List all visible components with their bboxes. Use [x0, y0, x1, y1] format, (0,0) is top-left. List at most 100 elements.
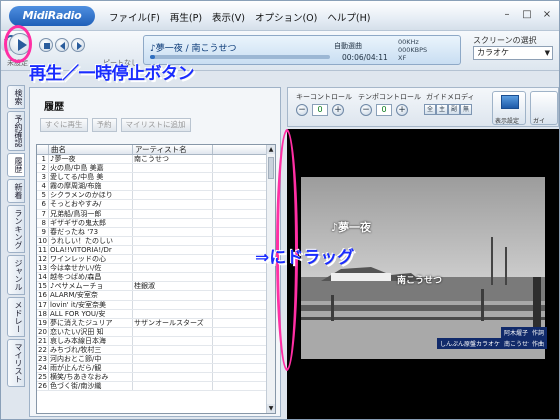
play-now-button[interactable]: すぐに再生 — [40, 118, 88, 132]
menu-bar: ファイル(F) 再生(P) 表示(V) オプション(O) ヘルプ(H) — [109, 10, 370, 24]
column-artist[interactable]: アーティスト名 — [133, 145, 213, 154]
guide-button[interactable]: ガイ — [530, 91, 558, 125]
tab-new[interactable]: 新着 — [7, 179, 25, 203]
table-row[interactable]: 23 河内おとこ節/中 — [37, 355, 267, 365]
key-up-button[interactable]: + — [332, 104, 344, 116]
table-row[interactable]: 24 雨が止んだら/観 — [37, 364, 267, 374]
guide-option-sub[interactable]: 副 — [448, 104, 460, 115]
table-row[interactable]: 7 兄弟船/鳥羽一郎 — [37, 209, 267, 219]
table-row[interactable]: 26 色づく街/南沙織 — [37, 382, 267, 392]
row-number: 23 — [37, 355, 49, 364]
row-artist — [133, 373, 213, 382]
row-number: 16 — [37, 291, 49, 300]
tab-reservations[interactable]: 予約確認 — [7, 111, 25, 151]
row-artist — [133, 173, 213, 182]
row-artist — [133, 227, 213, 236]
row-extra — [213, 191, 267, 199]
row-extra — [213, 328, 267, 336]
table-row[interactable]: 22 みちづれ/牧村三 — [37, 345, 267, 356]
key-down-button[interactable]: − — [296, 104, 308, 116]
guide-melody-selector: 全 主 副 無 — [424, 104, 472, 115]
table-row[interactable]: 5 シクラメンのかほり — [37, 191, 267, 201]
table-row[interactable]: 14 越冬つばめ/森昌 — [37, 273, 267, 283]
row-title: 霧の摩周湖/布施 — [49, 182, 133, 191]
table-row[interactable]: 16 ALARM/安室奈 — [37, 291, 267, 301]
row-artist — [133, 182, 213, 191]
tempo-down-button[interactable]: − — [360, 104, 372, 116]
row-title: 横笑/ちあきなおみ — [49, 373, 133, 382]
close-button[interactable]: × — [541, 9, 553, 21]
table-row[interactable]: 2 火の鳥/中島 美嘉 — [37, 164, 267, 174]
maximize-button[interactable]: □ — [521, 9, 533, 21]
minimize-button[interactable]: – — [501, 9, 513, 21]
vertical-scrollbar[interactable]: ▲ ▼ — [266, 145, 275, 413]
row-extra — [213, 382, 267, 390]
tempo-up-button[interactable]: + — [396, 104, 408, 116]
format-khz: 00KHz — [398, 38, 419, 46]
scroll-down-icon[interactable]: ▼ — [267, 404, 275, 413]
row-title: 夢に消えたジュリア — [49, 318, 133, 327]
table-row[interactable]: 11 OLA!!VITORIA!/Dr — [37, 245, 267, 256]
row-title: ♪ペサメムーチョ — [49, 282, 133, 291]
column-extra[interactable] — [213, 145, 267, 154]
menu-help[interactable]: ヘルプ(H) — [327, 10, 370, 24]
table-row[interactable]: 9 春だったね '73 — [37, 227, 267, 237]
row-artist — [133, 364, 213, 373]
table-row[interactable]: 25 横笑/ちあきなおみ — [37, 373, 267, 383]
menu-view[interactable]: 表示(V) — [212, 10, 245, 24]
guide-option-main[interactable]: 主 — [436, 104, 448, 115]
column-title[interactable]: 曲名 — [49, 145, 133, 154]
tab-genre[interactable]: ジャンル — [7, 255, 25, 295]
next-button[interactable] — [71, 38, 85, 52]
table-row[interactable]: 19 夢に消えたジュリア サザンオールスターズ — [37, 318, 267, 328]
table-row[interactable]: 12 ワインレッドの心 — [37, 255, 267, 265]
row-artist — [133, 345, 213, 355]
display-settings-button[interactable]: 表示設定 — [492, 91, 526, 125]
menu-options[interactable]: オプション(O) — [255, 10, 317, 24]
add-to-mylist-button[interactable]: マイリストに追加 — [120, 118, 191, 132]
table-row[interactable]: 10 うれしい！たのしい — [37, 236, 267, 246]
table-row[interactable]: 17 lovin' it/安室奈美 — [37, 300, 267, 310]
stop-icon — [44, 43, 50, 49]
app-logo: MidiRadio — [9, 6, 95, 26]
menu-play[interactable]: 再生(P) — [170, 10, 202, 24]
format-info: 00KHz 000KBPS XF — [398, 38, 427, 62]
table-row[interactable]: 18 ALL FOR YOU/安 — [37, 309, 267, 319]
column-number[interactable] — [37, 145, 49, 154]
scroll-up-icon[interactable]: ▲ — [267, 145, 275, 154]
row-title: 越冬つばめ/森昌 — [49, 273, 133, 282]
table-row[interactable]: 8 ギザギザの鬼太郎 — [37, 218, 267, 228]
tab-history[interactable]: 履歴 — [7, 153, 25, 177]
table-row[interactable]: 1 ♪夢一夜 南こうせつ — [37, 155, 267, 165]
tab-search[interactable]: 検索 — [7, 85, 25, 109]
video-song-title: ♪夢一夜 — [331, 221, 372, 234]
table-header: 曲名 アーティスト名 — [37, 145, 267, 155]
row-extra — [213, 155, 267, 163]
row-title: 雨が止んだら/観 — [49, 364, 133, 373]
guide-option-none[interactable]: 無 — [460, 104, 472, 115]
scroll-thumb[interactable] — [268, 157, 274, 179]
table-row[interactable]: 3 愛してる/中島 美 — [37, 173, 267, 183]
row-artist — [133, 236, 213, 245]
table-row[interactable]: 13 今は幸せかい/佐 — [37, 264, 267, 274]
now-playing-title: ♪夢一夜 / 南こうせつ — [150, 44, 237, 54]
table-row[interactable]: 20 恋いたい/沢田 知 — [37, 327, 267, 337]
table-row[interactable]: 21 哀しみ本線日本海 — [37, 336, 267, 346]
table-row[interactable]: 6 そっとおやすみ/ — [37, 200, 267, 210]
menu-file[interactable]: ファイル(F) — [109, 10, 160, 24]
screen-select-dropdown[interactable]: カラオケ ▼ — [473, 46, 553, 60]
tab-medley[interactable]: メドレー — [7, 297, 25, 337]
row-title: ギザギザの鬼太郎 — [49, 218, 133, 227]
reserve-button[interactable]: 予約 — [91, 118, 117, 132]
guide-option-all[interactable]: 全 — [424, 104, 436, 115]
table-row[interactable]: 4 霧の摩周湖/布施 — [37, 182, 267, 192]
tab-mylist[interactable]: マイリスト — [7, 339, 25, 387]
previous-button[interactable] — [55, 38, 69, 52]
tab-ranking[interactable]: ランキング — [7, 205, 25, 253]
row-title: lovin' it/安室奈美 — [49, 300, 133, 309]
row-artist — [133, 264, 213, 273]
stop-button[interactable] — [39, 38, 53, 52]
karaoke-source: しんぷん原盤カラオケ — [437, 338, 504, 349]
table-row[interactable]: 15 ♪ペサメムーチョ 桂銀淑 — [37, 282, 267, 292]
row-artist — [133, 327, 213, 336]
